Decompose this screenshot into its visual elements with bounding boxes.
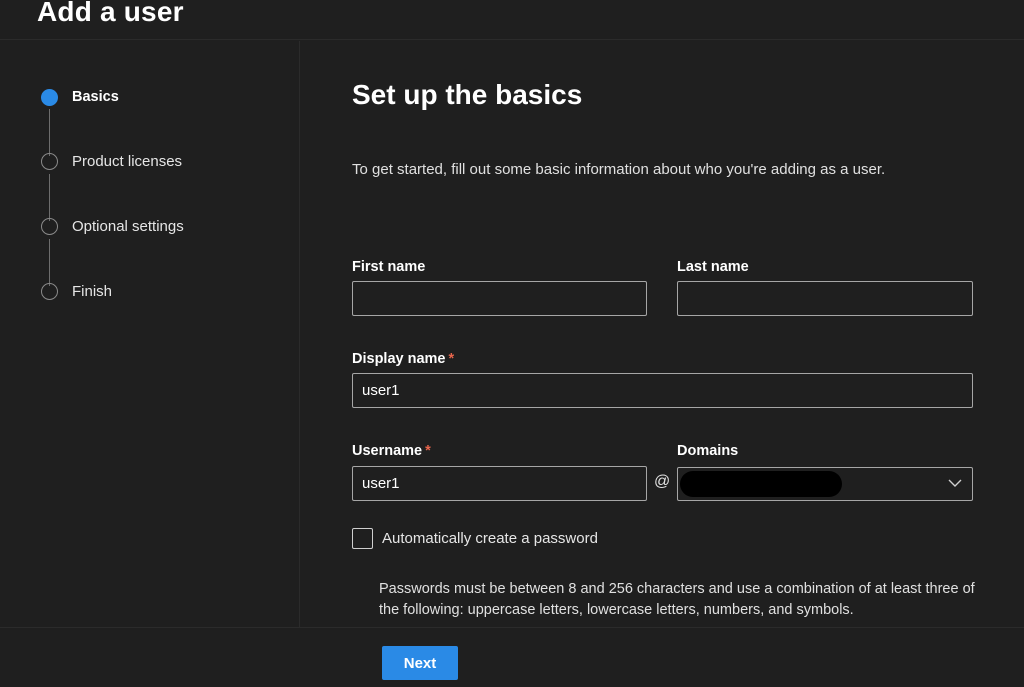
step-connector (49, 174, 50, 221)
chevron-down-icon (948, 479, 962, 487)
step-optional-settings[interactable]: Optional settings (41, 216, 184, 236)
required-mark: * (448, 351, 455, 367)
step-label: Finish (72, 282, 113, 300)
next-button[interactable]: Next (382, 646, 458, 680)
step-basics[interactable]: Basics (41, 87, 119, 107)
footer: Next (0, 627, 1024, 687)
last-name-input[interactable] (677, 281, 973, 316)
main-content: Set up the basics To get started, fill o… (301, 41, 1024, 627)
step-product-licenses[interactable]: Product licenses (41, 151, 182, 171)
step-connector (49, 109, 50, 156)
redacted-domain-value (680, 471, 842, 497)
step-pending-dot-icon (41, 152, 58, 170)
username-label: Username * (352, 443, 431, 459)
page-title: Add a user (37, 0, 184, 27)
first-name-label: First name (352, 259, 426, 275)
username-label-text: Username (352, 443, 423, 459)
step-connector (49, 239, 50, 286)
display-name-input[interactable] (352, 373, 973, 408)
step-label: Basics (72, 89, 119, 105)
section-title: Set up the basics (352, 79, 583, 110)
display-name-label-text: Display name (352, 351, 446, 367)
domains-select[interactable] (677, 467, 973, 501)
required-mark: * (425, 443, 431, 459)
step-label: Optional settings (72, 217, 184, 235)
header: Add a user (0, 0, 1024, 40)
step-finish[interactable]: Finish (41, 281, 112, 301)
step-pending-dot-icon (41, 282, 58, 300)
step-pending-dot-icon (41, 217, 58, 235)
add-user-page: Add a user Basics Product licenses Optio… (0, 0, 1024, 687)
username-input[interactable] (352, 466, 647, 501)
at-sign: @ (654, 473, 671, 490)
auto-password-checkbox[interactable] (352, 528, 373, 549)
step-label: Product licenses (72, 152, 183, 170)
display-name-label: Display name * (352, 351, 454, 367)
auto-password-label[interactable]: Automatically create a password (382, 530, 598, 547)
step-active-dot-icon (41, 88, 58, 106)
intro-text: To get started, fill out some basic info… (352, 161, 886, 178)
last-name-label: Last name (677, 259, 749, 275)
first-name-input[interactable] (352, 281, 647, 316)
password-requirements-text: Passwords must be between 8 and 256 char… (379, 581, 975, 618)
domains-label: Domains (677, 443, 739, 459)
wizard-stepper: Basics Product licenses Optional setting… (0, 41, 300, 627)
